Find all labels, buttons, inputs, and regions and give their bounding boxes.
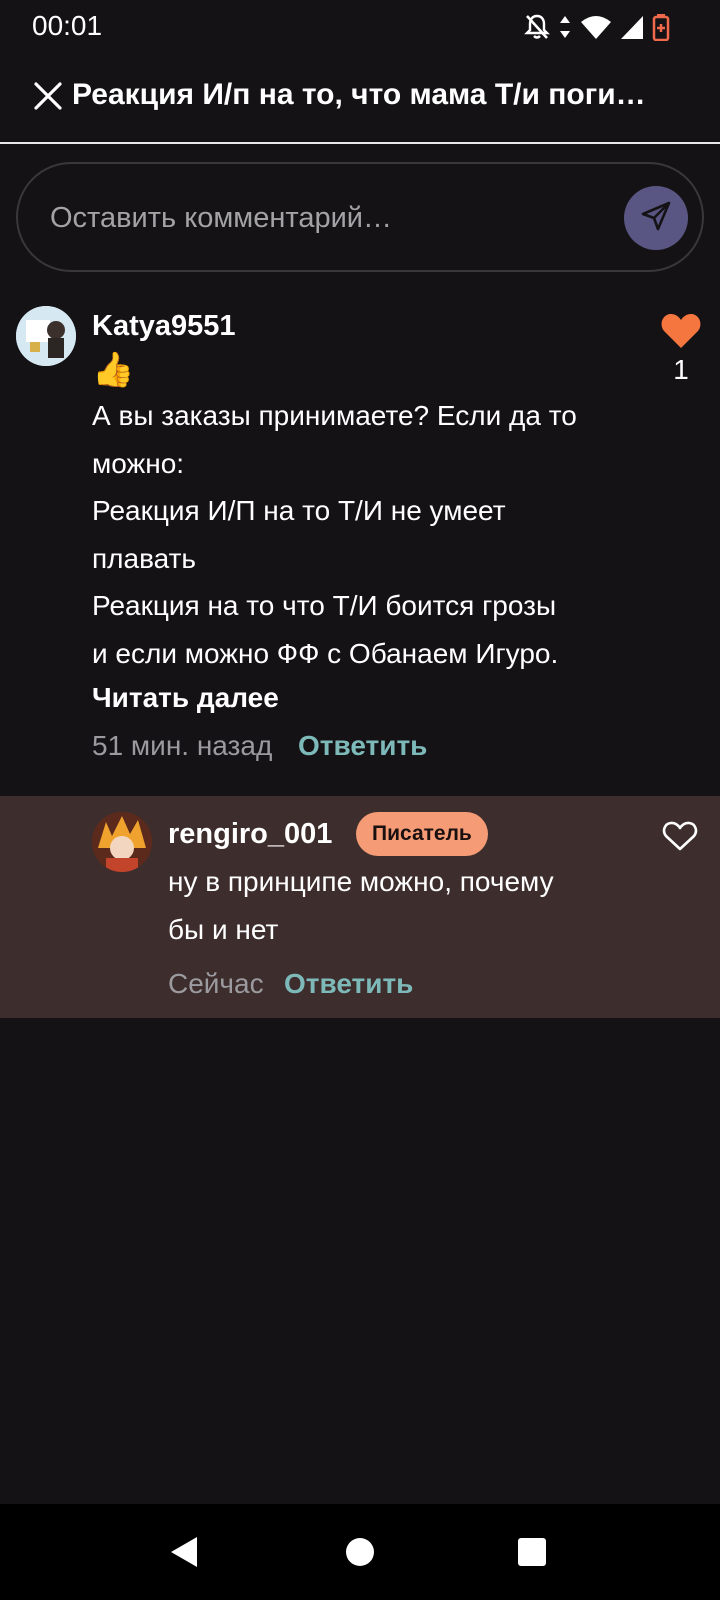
comment-text-line: и если можно ФФ с Обанаем Игуро.	[92, 637, 559, 669]
bell-off-icon	[524, 13, 550, 41]
navigation-bar	[0, 1504, 720, 1600]
reply-item: rengiro_001 Писатель ну в принципе можно…	[0, 796, 720, 1018]
signal-icon	[620, 14, 644, 40]
send-button[interactable]	[624, 186, 688, 250]
comment-text: А вы заказы принимаете? Если да то можно…	[92, 392, 612, 677]
back-icon	[169, 1535, 199, 1574]
data-arrows-icon	[558, 14, 572, 40]
avatar[interactable]	[92, 812, 152, 872]
comment-text-line: плавать	[92, 542, 197, 574]
comment-input[interactable]	[48, 192, 592, 244]
avatar[interactable]	[16, 306, 76, 366]
comment-item: Katya9551 👍 А вы заказы принимаете? Если…	[0, 292, 720, 792]
like-count: 1	[673, 354, 689, 385]
recents-button[interactable]	[512, 1534, 552, 1574]
reply-timestamp: Сейчас	[168, 968, 264, 999]
comment-text-line: А вы заказы принимаете? Если да то	[92, 400, 577, 431]
status-time: 00:01	[32, 10, 103, 41]
home-button[interactable]	[340, 1534, 380, 1574]
close-icon	[33, 81, 63, 116]
status-icons	[524, 12, 670, 42]
status-bar: 00:01	[0, 0, 720, 54]
send-icon	[639, 199, 673, 238]
read-more-link[interactable]: Читать далее	[92, 682, 279, 714]
role-badge: Писатель	[356, 812, 488, 856]
like-button[interactable]	[660, 312, 702, 350]
reply-text: ну в принципе можно, почему бы и нет	[168, 858, 608, 954]
recents-icon	[517, 1537, 547, 1572]
like-button[interactable]	[662, 820, 698, 852]
comment-username[interactable]: Katya9551	[92, 310, 236, 343]
close-button[interactable]	[30, 80, 66, 116]
comment-box	[16, 162, 704, 272]
reply-text-line: бы и нет	[168, 914, 279, 945]
reply-text-line: ну в принципе можно, почему	[168, 866, 554, 897]
comment-text-line: Реакция И/П на то Т/И не умеет	[92, 495, 506, 526]
comment-text-line: можно:	[92, 447, 185, 479]
page-title: Реакция И/п на то, что мама Т/и поги…	[72, 78, 646, 111]
home-icon	[345, 1537, 375, 1572]
comment-text-line: Реакция на то что Т/И боится грозы	[92, 590, 557, 621]
heart-filled-icon	[660, 313, 702, 354]
reply-link[interactable]: Ответить	[284, 968, 413, 1000]
reply-link[interactable]: Ответить	[298, 730, 427, 762]
header: Реакция И/п на то, что мама Т/и поги…	[0, 54, 720, 144]
heart-outline-icon	[662, 821, 698, 856]
reply-username[interactable]: rengiro_001	[168, 818, 332, 851]
comment-emoji: 👍	[92, 351, 135, 389]
back-button[interactable]	[164, 1534, 204, 1574]
wifi-icon	[580, 14, 612, 40]
comment-timestamp: 51 мин. назад	[92, 730, 273, 761]
battery-low-icon	[652, 13, 670, 41]
